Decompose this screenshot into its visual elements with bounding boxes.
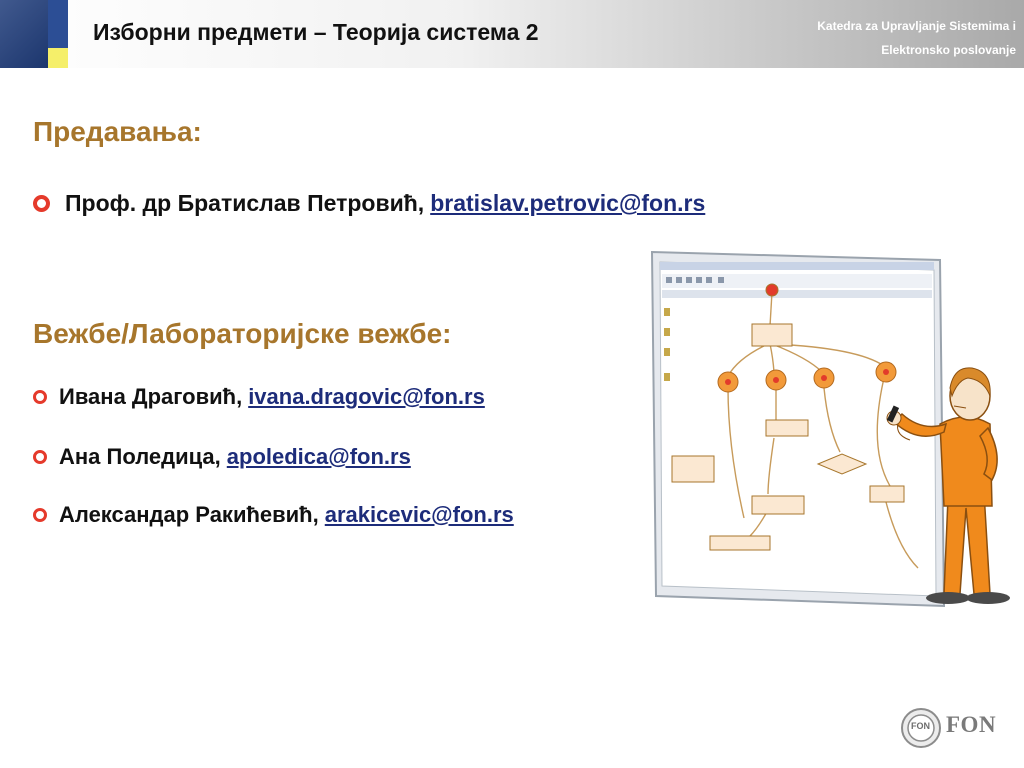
assistant-item: Александар Ракићевић, arakicevic@fon.rs: [33, 502, 514, 528]
department-label: Katedra za Upravljanje Sistemima i Elekt…: [817, 14, 1016, 62]
lecturer-email-link[interactable]: bratislav.petrovic@fon.rs: [430, 190, 705, 217]
slide-header: Изборни предмети – Теорија система 2 Kat…: [0, 0, 1024, 68]
hollow-circle-bullet-icon: [33, 450, 47, 464]
lecturer-item: Проф. др Братислав Петровић, bratislav.p…: [33, 190, 705, 217]
fon-seal-badge-text: FON: [911, 721, 930, 731]
hollow-circle-bullet-icon: [33, 195, 50, 212]
department-line-1: Katedra za Upravljanje Sistemima i: [817, 19, 1016, 33]
assistant-email-link[interactable]: apoledica@fon.rs: [227, 444, 411, 470]
lectures-heading: Предавања:: [33, 116, 202, 147]
header-logo-block: [0, 0, 68, 68]
department-line-2: Elektronsko poslovanje: [881, 43, 1016, 57]
hollow-circle-bullet-icon: [33, 390, 47, 404]
hollow-circle-bullet-icon: [33, 508, 47, 522]
fon-logo-text: FON: [946, 712, 997, 737]
slide-title: Изборни предмети – Теорија система 2: [93, 19, 539, 45]
lecturer-name: Проф. др Братислав Петровић,: [65, 190, 425, 216]
assistant-email-link[interactable]: arakicevic@fon.rs: [325, 502, 514, 528]
exercises-heading: Вежбе/Лабораторијске вежбе:: [33, 318, 452, 349]
assistant-email-link[interactable]: ivana.dragovic@fon.rs: [248, 384, 485, 410]
person-drawing-flowchart-illustration: [650, 250, 1010, 608]
assistant-item: Ана Поледица, apoledica@fon.rs: [33, 444, 411, 470]
assistant-item: Ивана Драговић, ivana.dragovic@fon.rs: [33, 384, 485, 410]
assistant-name: Ивана Драговић,: [59, 384, 243, 409]
assistant-name: Александар Ракићевић,: [59, 502, 319, 527]
assistant-name: Ана Поледица,: [59, 444, 221, 469]
